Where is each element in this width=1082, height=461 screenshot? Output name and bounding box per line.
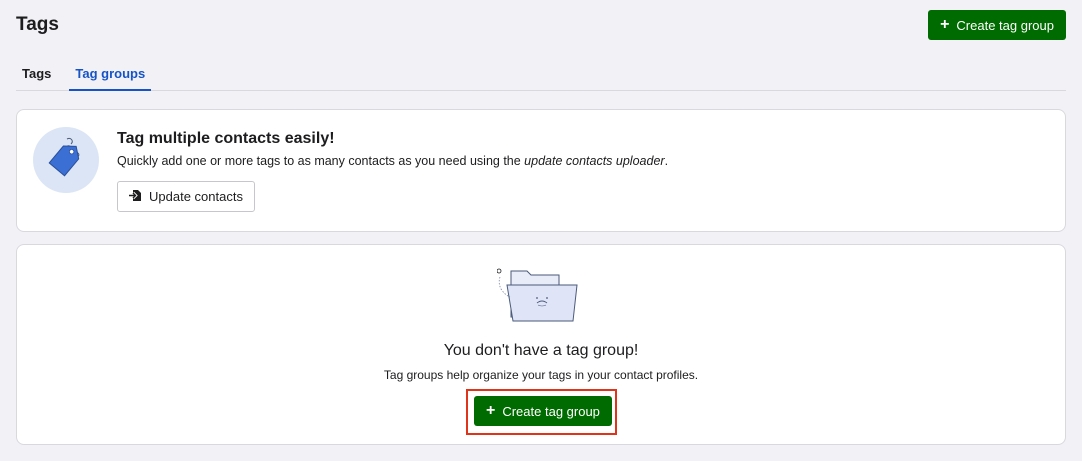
create-tag-group-button[interactable]: + Create tag group <box>928 10 1066 40</box>
page-title: Tags <box>16 14 59 35</box>
update-contacts-description: Quickly add one or more tags to as many … <box>117 154 1049 168</box>
plus-icon: + <box>486 401 496 419</box>
tag-icon <box>33 127 99 193</box>
tags-page: Tags + Create tag group Tags Tag groups … <box>0 0 1082 461</box>
tab-tags[interactable]: Tags <box>16 58 57 91</box>
page-header: Tags + Create tag group <box>16 10 1066 40</box>
plus-icon: + <box>940 15 950 33</box>
update-contacts-title: Tag multiple contacts easily! <box>117 130 335 147</box>
empty-state-create-button-label: Create tag group <box>502 403 600 419</box>
update-contacts-content: Tag multiple contacts easily! Quickly ad… <box>117 130 1049 212</box>
tab-tag-groups[interactable]: Tag groups <box>69 58 152 91</box>
update-contacts-button[interactable]: Update contacts <box>117 181 255 212</box>
empty-state-card: You don't have a tag group! Tag groups h… <box>16 244 1066 445</box>
empty-state-title: You don't have a tag group! <box>443 342 639 359</box>
upload-file-icon <box>129 189 142 205</box>
tab-bar: Tags Tag groups <box>16 58 1066 91</box>
description-prefix: Quickly add one or more tags to as many … <box>117 154 525 168</box>
empty-folder-icon <box>496 265 587 327</box>
empty-state-description: Tag groups help organize your tags in yo… <box>383 368 699 382</box>
update-contacts-button-label: Update contacts <box>149 189 243 204</box>
update-contacts-uploader-text: update contacts uploader <box>524 154 665 168</box>
description-suffix: . <box>664 154 669 168</box>
update-contacts-card: Tag multiple contacts easily! Quickly ad… <box>16 109 1066 232</box>
empty-state-create-tag-group-button[interactable]: + Create tag group <box>474 396 612 426</box>
create-tag-group-button-label: Create tag group <box>956 17 1054 33</box>
